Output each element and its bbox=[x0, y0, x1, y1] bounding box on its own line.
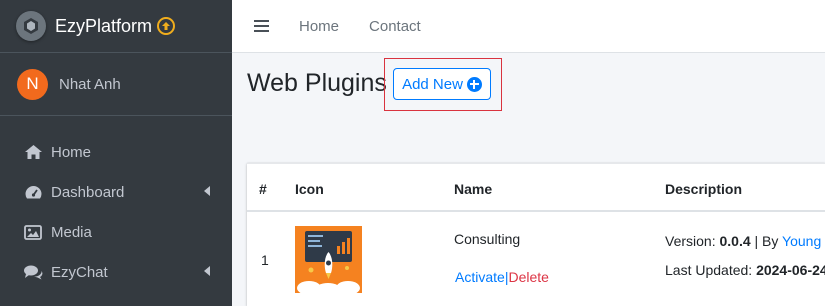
table-row: 1 Consulting Activate|Delete Version: 0.… bbox=[247, 214, 825, 306]
activate-link[interactable]: Activate bbox=[455, 269, 505, 285]
column-header-icon: Icon bbox=[295, 181, 324, 197]
plugin-thumbnail bbox=[295, 226, 362, 293]
brand-logo-icon bbox=[16, 11, 46, 41]
column-header-name: Name bbox=[454, 181, 493, 197]
sidebar-item-label: Home bbox=[51, 143, 92, 161]
author-label: | By bbox=[754, 233, 779, 249]
version-value: 0.0.4 bbox=[719, 233, 751, 249]
brand-name: EzyPlatform bbox=[55, 15, 153, 36]
sidebar-nav: Home Dashboard Media EzyChat bbox=[0, 116, 232, 292]
table-header: # Icon Name Description bbox=[247, 164, 825, 212]
plugin-version-line: Version: 0.0.4 | By Young M bbox=[665, 233, 825, 249]
delete-link[interactable]: Delete bbox=[508, 269, 548, 285]
add-new-label: Add New bbox=[402, 75, 463, 93]
add-new-button[interactable]: Add New bbox=[393, 68, 491, 100]
updated-value: 2024-06-24 bbox=[756, 262, 825, 278]
sidebar-item-home[interactable]: Home bbox=[0, 132, 232, 172]
nav-link-home[interactable]: Home bbox=[299, 18, 339, 35]
plus-circle-icon bbox=[466, 76, 482, 92]
sidebar-item-label: Media bbox=[51, 223, 92, 241]
user-name: Nhat Anh bbox=[59, 75, 121, 93]
updated-label: Last Updated: bbox=[665, 262, 753, 278]
brand[interactable]: EzyPlatform bbox=[0, 0, 232, 53]
chat-icon bbox=[23, 263, 43, 281]
version-label: Version: bbox=[665, 233, 716, 249]
page-title: Web Plugins bbox=[247, 69, 387, 97]
column-header-description: Description bbox=[665, 181, 743, 197]
column-header-index: # bbox=[259, 181, 267, 197]
sidebar-item-dashboard[interactable]: Dashboard bbox=[0, 172, 232, 212]
sidebar-item-label: Dashboard bbox=[51, 183, 125, 201]
image-icon bbox=[23, 223, 43, 241]
sidebar-item-ezychat[interactable]: EzyChat bbox=[0, 252, 232, 292]
user-panel[interactable]: N Nhat Anh bbox=[0, 53, 232, 116]
chevron-left-icon bbox=[204, 266, 210, 276]
home-icon bbox=[23, 143, 43, 161]
plugin-updated-line: Last Updated: 2024-06-24 bbox=[665, 262, 825, 278]
sidebar: EzyPlatform N Nhat Anh Home Dashboard Me… bbox=[0, 0, 232, 306]
avatar: N bbox=[17, 68, 48, 100]
plugin-name: Consulting bbox=[454, 231, 521, 247]
plugins-table-card: # Icon Name Description 1 Consulting Act… bbox=[247, 163, 825, 306]
row-index: 1 bbox=[261, 252, 269, 268]
upgrade-arrow-icon[interactable] bbox=[157, 17, 176, 35]
nav-link-contact[interactable]: Contact bbox=[369, 18, 421, 35]
dashboard-icon bbox=[23, 183, 43, 201]
author-link[interactable]: Young M bbox=[782, 233, 825, 249]
row-actions: Activate|Delete bbox=[455, 269, 549, 285]
sidebar-item-media[interactable]: Media bbox=[0, 212, 232, 252]
chevron-left-icon bbox=[204, 186, 210, 196]
sidebar-item-label: EzyChat bbox=[51, 263, 108, 281]
menu-toggle-icon[interactable] bbox=[254, 17, 269, 35]
top-navbar: Home Contact bbox=[232, 0, 825, 53]
